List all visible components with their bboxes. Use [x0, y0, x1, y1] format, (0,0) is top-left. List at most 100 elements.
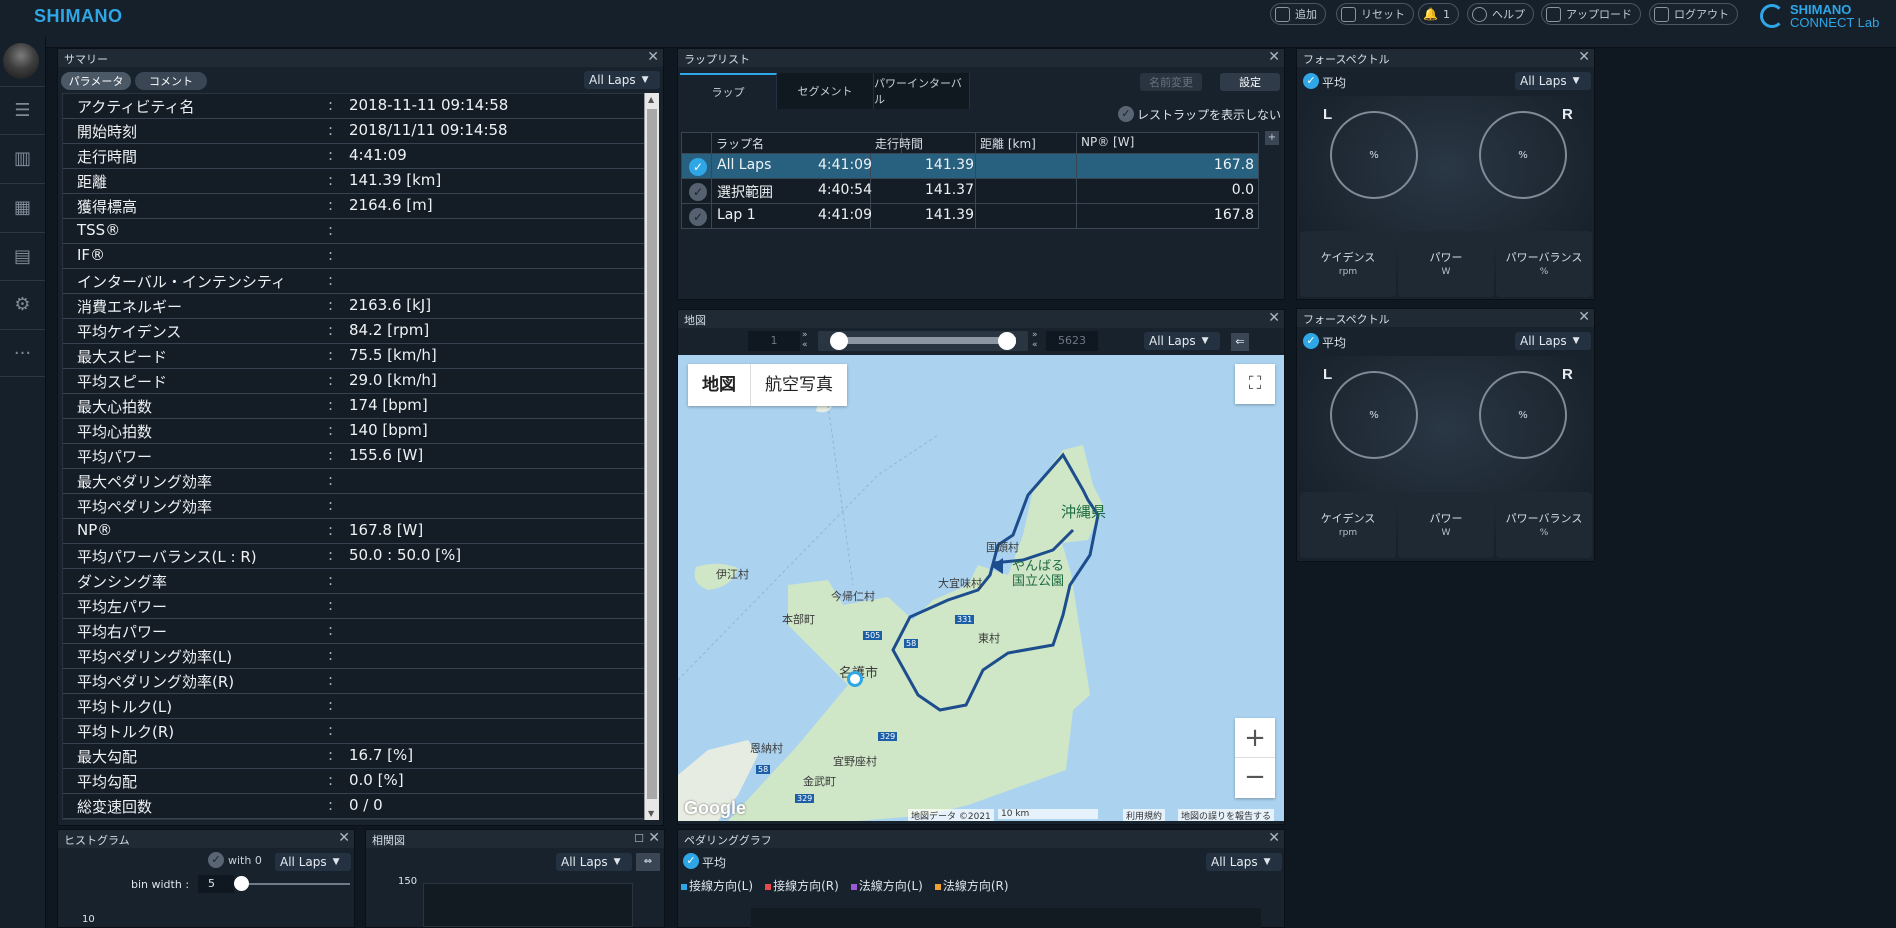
report-icon[interactable]: ▤	[0, 232, 45, 280]
scroll-up-icon[interactable]: ▲	[648, 95, 654, 104]
pedaling-laps-select[interactable]: All Laps ▼	[1206, 853, 1282, 871]
summary-colon: :	[328, 696, 334, 714]
range-end-field[interactable]: 5623	[1046, 331, 1098, 351]
range-end-skip-icon[interactable]: » «	[1032, 330, 1038, 350]
map-type-map-button[interactable]: 地図	[688, 364, 751, 406]
range-start-field[interactable]: 1	[748, 331, 800, 351]
pedaling-avg-label: 平均	[702, 856, 727, 870]
range-slider[interactable]	[818, 331, 1028, 351]
with0-label: with 0	[228, 854, 262, 867]
force1-close-icon[interactable]: ✕	[1578, 49, 1590, 66]
report-error-link[interactable]: 地図の誤りを報告する	[1178, 809, 1275, 821]
map-view[interactable]: 地図 航空写真 ⛶ 沖縄県 国頭村 やんばる 国立公園 伊江村 今帰仁村 本部町…	[678, 355, 1284, 821]
table-row[interactable]: ✓ Lap 1 4:41:09 141.39 167.8	[682, 203, 1258, 229]
summary-row: 総変速回数:0 / 0	[63, 794, 646, 819]
summary-scrollbar[interactable]: ▲ ▼	[644, 93, 659, 820]
pedaling-close-icon[interactable]: ✕	[1268, 830, 1280, 847]
route-start-marker-icon[interactable]	[991, 558, 1003, 574]
avatar[interactable]	[3, 43, 39, 79]
correlation-close-icon[interactable]: ✕	[648, 830, 660, 847]
more-icon[interactable]: ···	[0, 329, 45, 377]
force2-laps-select[interactable]: All Laps ▼	[1515, 332, 1591, 350]
dashboard-icon[interactable]: ☰	[0, 86, 45, 134]
with0-check-icon[interactable]: ✓	[208, 852, 224, 868]
table-row[interactable]: ✓ 選択範囲 4:40:54 141.37 0.0	[682, 178, 1258, 204]
shimano-logo[interactable]: SHIMANO	[34, 6, 123, 27]
laplist-close-icon[interactable]: ✕	[1268, 49, 1280, 66]
add-lap-icon[interactable]: +	[1265, 131, 1279, 145]
force1-laps-select[interactable]: All Laps ▼	[1515, 72, 1591, 90]
range-slider-start-handle[interactable]	[830, 332, 848, 350]
correlation-swap-icon[interactable]: ⇔	[636, 853, 660, 871]
settings-button[interactable]: 設定	[1220, 73, 1280, 91]
legend-entry[interactable]: 法線方向(L)	[850, 879, 929, 893]
summary-close-icon[interactable]: ✕	[647, 49, 659, 66]
range-start-skip-icon[interactable]: » «	[802, 330, 808, 350]
table-row[interactable]: ✓ All Laps 4:41:09 141.39 167.8	[682, 153, 1258, 179]
lap-check-icon[interactable]: ✓	[689, 158, 707, 176]
lap-check-icon[interactable]: ✓	[689, 183, 707, 201]
rest-lap-toggle[interactable]: ✓ レストラップを表示しない	[1118, 105, 1281, 123]
summary-value: 16.7 [%]	[349, 746, 414, 764]
tab-laps[interactable]: ラップ	[680, 73, 777, 109]
map-label-ie: 伊江村	[716, 568, 749, 581]
scroll-thumb[interactable]	[647, 109, 657, 799]
col-distance[interactable]: 距離 [km]	[976, 133, 1077, 153]
terms-link[interactable]: 利用規約	[1123, 809, 1166, 821]
tab-comments[interactable]: コメント	[135, 72, 207, 90]
summary-laps-select[interactable]: All Laps ▼	[584, 71, 660, 89]
correlation-laps-select[interactable]: All Laps ▼	[556, 853, 632, 871]
map-laps-select[interactable]: All Laps ▼	[1144, 332, 1220, 350]
side-nav: ☰ ▥ ▦ ▤ ⚙ ···	[0, 37, 46, 928]
zoom-out-button[interactable]: −	[1235, 758, 1275, 798]
correlation-title: 相関図	[366, 830, 664, 848]
map-close-icon[interactable]: ✕	[1268, 310, 1280, 327]
summary-colon: :	[328, 621, 334, 639]
bin-width-slider-handle[interactable]	[234, 876, 249, 891]
scroll-down-icon[interactable]: ▼	[648, 809, 654, 818]
lap-np: 0.0	[1231, 182, 1254, 198]
tab-segments[interactable]: セグメント	[777, 73, 874, 109]
histogram-laps-select[interactable]: All Laps ▼	[275, 853, 351, 871]
range-slider-end-handle[interactable]	[998, 332, 1016, 350]
reset-button[interactable]: リセット	[1336, 3, 1414, 25]
legend-entry[interactable]: 接線方向(R)	[765, 879, 845, 893]
notifications-button[interactable]: 🔔 1	[1418, 3, 1459, 25]
route-end-marker-icon[interactable]	[847, 671, 863, 687]
summary-key: 平均トルク(R)	[77, 723, 175, 741]
legend-entry[interactable]: 法線方向(R)	[934, 879, 1015, 893]
upload-button[interactable]: アップロード	[1541, 3, 1641, 25]
histogram-close-icon[interactable]: ✕	[338, 830, 350, 847]
analysis-chart-icon[interactable]: ▥	[0, 134, 45, 182]
fullscreen-icon[interactable]: ⛶	[1235, 364, 1275, 404]
help-button[interactable]: ヘルプ	[1467, 3, 1534, 25]
logout-button[interactable]: ログアウト	[1649, 3, 1738, 25]
calendar-icon[interactable]: ▦	[0, 183, 45, 231]
summary-colon: :	[328, 496, 334, 514]
bin-width-slider[interactable]	[238, 883, 350, 885]
summary-colon: :	[328, 171, 334, 189]
correlation-maximize-icon[interactable]: ☐	[634, 830, 644, 847]
col-time[interactable]: 走行時間	[871, 133, 976, 153]
col-np[interactable]: NP® [W]	[1077, 133, 1258, 153]
gear-icon[interactable]: ⚙	[0, 280, 45, 328]
map-back-icon[interactable]: ⇐	[1231, 333, 1249, 351]
summary-key: 平均ケイデンス	[77, 323, 182, 341]
chevron-down-icon: ▼	[1572, 76, 1580, 86]
bin-width-input[interactable]: 5	[198, 875, 234, 893]
summary-colon: :	[328, 196, 334, 214]
laplist-tabs: ラップ セグメント パワーインターバル	[680, 73, 970, 109]
pedaling-avg-check-icon[interactable]: ✓	[683, 853, 699, 869]
tab-power-interval[interactable]: パワーインターバル	[874, 73, 970, 109]
lap-check-icon[interactable]: ✓	[689, 208, 707, 226]
map-type-satellite-button[interactable]: 航空写真	[751, 364, 847, 406]
force1-avg-check-icon[interactable]: ✓	[1303, 73, 1319, 89]
add-button[interactable]: 追加	[1270, 3, 1326, 25]
force2-close-icon[interactable]: ✕	[1578, 309, 1590, 326]
zoom-in-button[interactable]: +	[1235, 718, 1275, 758]
force2-avg-check-icon[interactable]: ✓	[1303, 333, 1319, 349]
tab-parameters[interactable]: パラメータ	[61, 72, 131, 90]
force1-cadence-box: ケイデンス rpm	[1300, 231, 1396, 297]
legend-entry[interactable]: 接線方向(L)	[681, 879, 759, 893]
rename-button[interactable]: 名前変更	[1140, 73, 1202, 91]
